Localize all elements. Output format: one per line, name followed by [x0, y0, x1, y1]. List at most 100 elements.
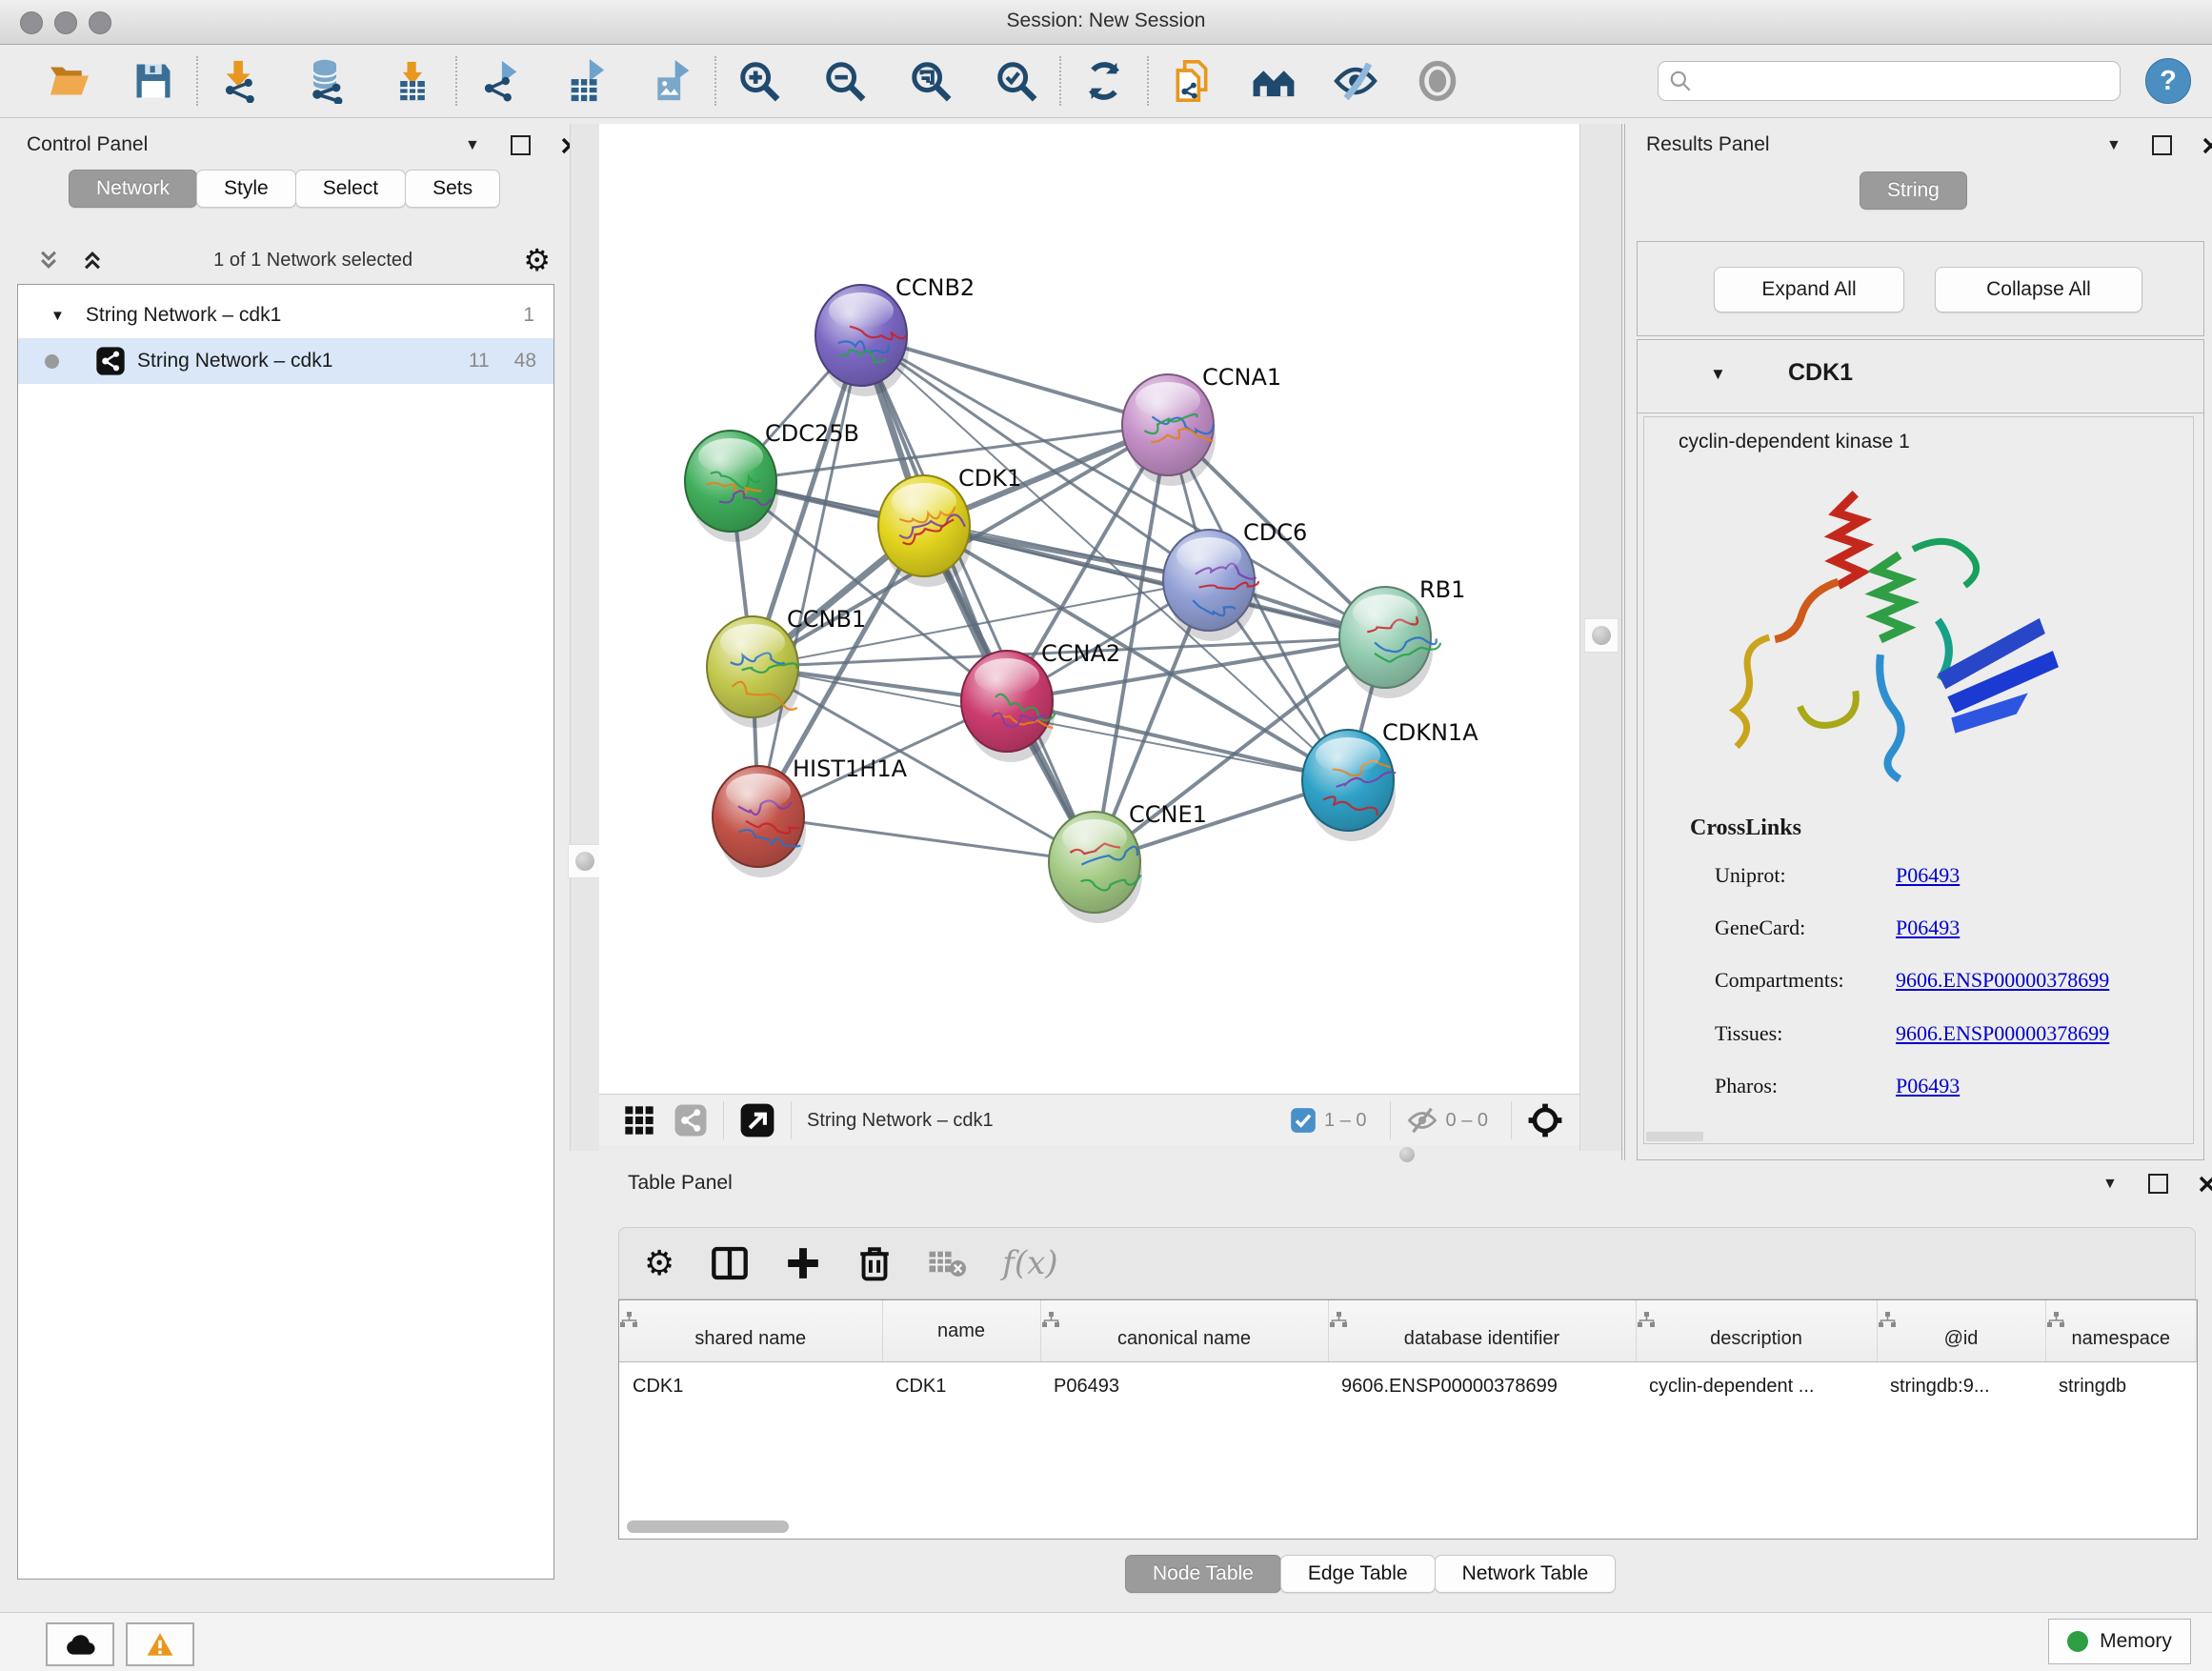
warnings-button[interactable]: [126, 1622, 194, 1666]
section-collapse-caret-icon[interactable]: ▼: [1710, 365, 1726, 384]
splitter-grip-icon[interactable]: [1399, 1147, 1415, 1162]
network-node-rb1[interactable]: RB1: [1339, 576, 1465, 688]
zoom-out-button[interactable]: [821, 57, 869, 105]
network-node-hist1h1a[interactable]: HIST1H1A: [713, 755, 908, 867]
right-splitter[interactable]: [1579, 124, 1622, 1151]
delete-column-trash-icon[interactable]: [857, 1244, 892, 1282]
delete-table-icon[interactable]: [928, 1247, 966, 1279]
column-header-canonical-name[interactable]: canonical name: [1040, 1300, 1328, 1362]
node-table[interactable]: shared namenamecanonical namedatabase id…: [618, 1299, 2198, 1540]
table-cell[interactable]: cyclin-dependent ...: [1636, 1362, 1877, 1411]
clone-network-button[interactable]: [1168, 57, 1216, 105]
tab-style[interactable]: Style: [196, 170, 296, 208]
splitter-grip-icon[interactable]: [575, 852, 594, 871]
crosslink-link[interactable]: 9606.ENSP00000378699: [1896, 968, 2109, 993]
column-header-database-identifier[interactable]: database identifier: [1328, 1300, 1636, 1362]
network-row-selected[interactable]: String Network – cdk1 11 48: [18, 338, 553, 384]
network-options-gear-icon[interactable]: ⚙: [523, 242, 551, 278]
network-node-ccna2[interactable]: CCNA2: [961, 640, 1120, 752]
crosslink-label: Tissues:: [1715, 1021, 1782, 1046]
table-cell[interactable]: CDK1: [619, 1362, 882, 1411]
expand-all-button[interactable]: Expand All: [1714, 267, 1904, 312]
splitter-grip-icon[interactable]: [1592, 626, 1611, 645]
help-button[interactable]: ?: [2145, 58, 2191, 104]
column-header-shared-name[interactable]: shared name: [619, 1300, 882, 1362]
table-row[interactable]: CDK1CDK1P064939606.ENSP00000378699cyclin…: [619, 1362, 2197, 1411]
export-network-button[interactable]: [476, 57, 524, 105]
close-panel-icon[interactable]: [2202, 137, 2212, 154]
table-cell[interactable]: 9606.ENSP00000378699: [1328, 1362, 1636, 1411]
panel-menu-caret-icon[interactable]: ▼: [2106, 137, 2122, 154]
close-panel-icon[interactable]: [2199, 1176, 2212, 1193]
gene-details-card: cyclin-dependent kinase 1 CrossLinks Uni…: [1643, 416, 2194, 1144]
import-network-from-database-button[interactable]: [303, 57, 351, 105]
first-neighbors-button[interactable]: [1250, 57, 1297, 105]
zoom-fit-button[interactable]: [907, 57, 955, 105]
hidden-eye-icon: [1406, 1106, 1438, 1135]
collapse-all-button[interactable]: Collapse All: [1935, 267, 2142, 312]
table-horizontal-scrollbar[interactable]: [627, 1520, 789, 1533]
table-cell[interactable]: stringdb: [2045, 1362, 2197, 1411]
tab-string[interactable]: String: [1860, 171, 1967, 210]
network-collection-row[interactable]: ▼ String Network – cdk1 1: [18, 292, 553, 338]
export-table-button[interactable]: [562, 57, 610, 105]
tab-select[interactable]: Select: [295, 170, 406, 208]
results-scrollbar[interactable]: [1646, 1132, 1703, 1141]
crosslink-link[interactable]: P06493: [1896, 1074, 1960, 1098]
panel-menu-caret-icon[interactable]: ▼: [465, 137, 480, 154]
svg-text:CCNA1: CCNA1: [1202, 364, 1281, 391]
float-panel-icon[interactable]: [2148, 1174, 2168, 1194]
column-header-namespace[interactable]: namespace: [2045, 1300, 2197, 1362]
table-cell[interactable]: P06493: [1040, 1362, 1328, 1411]
table-cell[interactable]: CDK1: [882, 1362, 1040, 1411]
expand-all-chevron-icon[interactable]: [82, 249, 103, 272]
memory-button[interactable]: Memory: [2048, 1619, 2191, 1664]
column-header-name[interactable]: name: [882, 1300, 1040, 1362]
crosslink-link[interactable]: P06493: [1896, 863, 1960, 888]
tree-expand-caret-icon[interactable]: ▼: [50, 308, 65, 324]
show-columns-icon[interactable]: [711, 1244, 749, 1282]
table-cell[interactable]: stringdb:9...: [1877, 1362, 2045, 1411]
add-column-icon[interactable]: [785, 1245, 821, 1281]
tab-edge-table[interactable]: Edge Table: [1280, 1555, 1436, 1593]
import-network-from-file-button[interactable]: [217, 57, 265, 105]
zoom-in-button[interactable]: [735, 57, 783, 105]
control-panel-tabs: NetworkStyleSelectSets: [69, 170, 499, 208]
tab-sets[interactable]: Sets: [405, 170, 500, 208]
tab-node-table[interactable]: Node Table: [1125, 1555, 1281, 1593]
table-options-gear-icon[interactable]: ⚙: [644, 1243, 674, 1283]
network-canvas[interactable]: CCNB2CCNA1CDC25BCDK1CDC6RB1CCNB1CCNA2CDK…: [599, 124, 1580, 1094]
cloud-status-button[interactable]: [46, 1622, 114, 1666]
apply-layout-button[interactable]: [1080, 57, 1128, 105]
show-all-button[interactable]: [1414, 57, 1461, 105]
hide-selected-button[interactable]: [1332, 57, 1379, 105]
column-header--id[interactable]: @id: [1877, 1300, 2045, 1362]
gene-section-header[interactable]: ▼ CDK1: [1638, 340, 2203, 413]
column-header-description[interactable]: description: [1636, 1300, 1877, 1362]
open-session-button[interactable]: [46, 57, 93, 105]
crosslink-link[interactable]: 9606.ENSP00000378699: [1896, 1021, 2109, 1046]
network-node-ccnb2[interactable]: CCNB2: [815, 274, 975, 386]
network-node-ccna1[interactable]: CCNA1: [1122, 364, 1281, 475]
birdseye-view-icon[interactable]: [1527, 1102, 1563, 1138]
detach-view-icon[interactable]: [739, 1102, 775, 1138]
function-builder-icon[interactable]: f(x): [1002, 1244, 1057, 1282]
float-panel-icon[interactable]: [2152, 135, 2172, 155]
import-table-from-file-button[interactable]: [389, 57, 436, 105]
grid-view-icon[interactable]: [624, 1105, 654, 1136]
collapse-all-chevron-icon[interactable]: [38, 249, 59, 272]
tab-network-table[interactable]: Network Table: [1435, 1555, 1617, 1593]
zoom-selected-button[interactable]: [993, 57, 1040, 105]
float-panel-icon[interactable]: [511, 135, 531, 155]
left-splitter[interactable]: [570, 124, 600, 1151]
tab-network[interactable]: Network: [69, 170, 197, 208]
search-box[interactable]: [1658, 61, 2121, 101]
network-view-icon[interactable]: [674, 1103, 708, 1137]
crosslink-link[interactable]: P06493: [1896, 916, 1960, 940]
export-image-button[interactable]: [648, 57, 695, 105]
network-node-ccne1[interactable]: CCNE1: [1049, 801, 1207, 913]
selected-checkbox-icon[interactable]: [1290, 1107, 1317, 1134]
search-input[interactable]: [1693, 70, 2110, 93]
save-session-button[interactable]: [130, 57, 177, 105]
panel-menu-caret-icon[interactable]: ▼: [2102, 1176, 2118, 1193]
